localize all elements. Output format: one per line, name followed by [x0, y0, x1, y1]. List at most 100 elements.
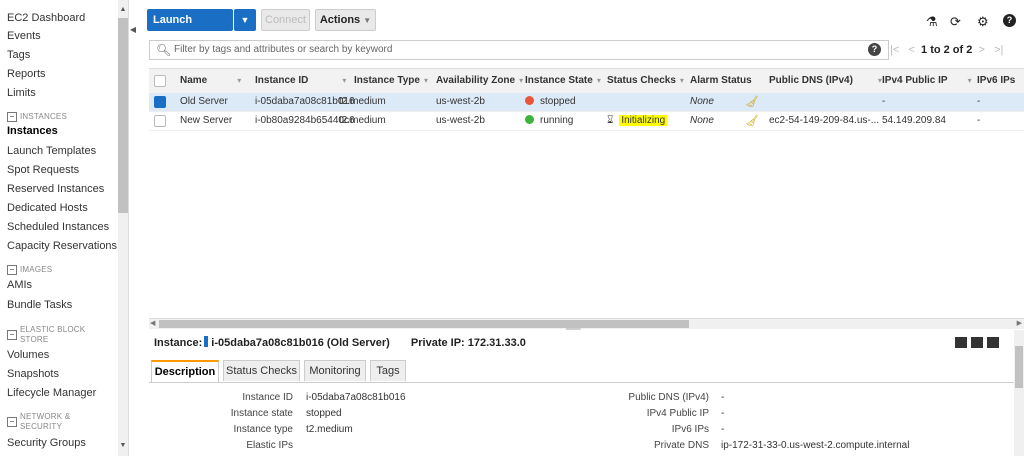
- sidebar-section-network[interactable]: −NETWORK & SECURITY: [7, 412, 70, 432]
- panel-max-icon[interactable]: [955, 337, 967, 348]
- sidebar-section-ebs[interactable]: −ELASTIC BLOCK STORE: [7, 325, 85, 345]
- column-title: Availability Zone: [436, 75, 516, 86]
- sidebar-section-images[interactable]: − IMAGES: [7, 265, 52, 275]
- field-label: Instance state: [230, 408, 293, 419]
- caret-down-icon: ▼: [240, 15, 250, 25]
- section-title-line1: ELASTIC BLOCK: [20, 325, 86, 334]
- sidebar-item-reserved-instances[interactable]: Reserved Instances: [7, 183, 104, 195]
- sidebar-item-bundle-tasks[interactable]: Bundle Tasks: [7, 299, 72, 311]
- field-label: IPv4 Public IP: [646, 408, 709, 419]
- row-checkbox[interactable]: [154, 96, 166, 108]
- field-label: Instance ID: [242, 392, 293, 403]
- sidebar-item-limits[interactable]: Limits: [7, 87, 36, 99]
- column-header-status-checks[interactable]: Status Checks ▾: [607, 75, 684, 86]
- field-value: -: [721, 424, 725, 435]
- status-dot-icon: [525, 115, 534, 124]
- table-row[interactable]: New Server i-0b80a9284b65440c6 t2.medium…: [149, 112, 1024, 131]
- field-value: -: [721, 392, 725, 403]
- filter-help-icon[interactable]: ?: [868, 43, 881, 56]
- field-label: IPv6 IPs: [671, 424, 709, 435]
- scroll-left-icon[interactable]: ◀: [150, 319, 155, 327]
- scroll-right-icon[interactable]: ▶: [1017, 319, 1022, 327]
- column-header-instance-id[interactable]: Instance ID ▾: [255, 75, 346, 86]
- prev-page-icon[interactable]: <: [908, 44, 914, 56]
- sidebar-section-instances[interactable]: − INSTANCES: [7, 112, 67, 122]
- cell-ipv4-public-ip: -: [882, 96, 886, 107]
- sidebar-item-spot-requests[interactable]: Spot Requests: [7, 164, 79, 176]
- tab-description[interactable]: Description: [151, 360, 219, 382]
- row-checkbox[interactable]: [154, 115, 166, 127]
- field-label: Elastic IPs: [246, 440, 293, 451]
- tab-monitoring[interactable]: Monitoring: [304, 360, 366, 381]
- sidebar-item-volumes[interactable]: Volumes: [7, 349, 49, 361]
- instance-label: Instance:: [154, 337, 203, 349]
- column-title: Public DNS (IPv4): [769, 75, 853, 86]
- sort-icon: ▾: [423, 76, 428, 85]
- cell-public-dns: ec2-54-149-209-84.us-...: [769, 115, 880, 126]
- sidebar-item-amis[interactable]: AMIs: [7, 279, 32, 291]
- sidebar-item-security-groups[interactable]: Security Groups: [7, 437, 86, 449]
- scroll-up-icon[interactable]: ▲: [118, 4, 128, 16]
- column-header-ipv6-ips[interactable]: IPv6 IPs: [977, 75, 1015, 86]
- table-row[interactable]: Old Server i-05daba7a08c81b016 t2.medium…: [149, 93, 1024, 112]
- panel-min-icon[interactable]: [987, 337, 999, 348]
- first-page-icon[interactable]: |<: [890, 44, 899, 56]
- column-header-instance-type[interactable]: Instance Type ▾: [354, 75, 428, 86]
- column-header-instance-state[interactable]: Instance State ▾: [525, 75, 601, 86]
- column-header-alarm-status[interactable]: Alarm Status: [690, 75, 752, 86]
- column-header-availability-zone[interactable]: Availability Zone ▾: [436, 75, 523, 86]
- sidebar-item-ec2-dashboard[interactable]: EC2 Dashboard: [7, 12, 85, 24]
- status-checks-text: Initializing: [619, 115, 668, 126]
- next-page-icon[interactable]: >: [978, 44, 984, 56]
- flask-icon[interactable]: ⚗: [926, 14, 938, 30]
- sidebar-item-instances[interactable]: Instances: [7, 125, 58, 137]
- sidebar-item-reports[interactable]: Reports: [7, 68, 46, 80]
- table-horizontal-scrollbar[interactable]: ◀ ▶: [149, 318, 1024, 329]
- sidebar-scroll-thumb[interactable]: [118, 18, 128, 213]
- last-page-icon[interactable]: >|: [994, 44, 1003, 56]
- collapse-sidebar-icon[interactable]: ◀: [128, 22, 138, 38]
- sidebar-item-launch-templates[interactable]: Launch Templates: [7, 145, 96, 157]
- launch-instance-button[interactable]: Launch Instance: [147, 9, 233, 48]
- sidebar-item-capacity-reservations[interactable]: Capacity Reservations: [7, 240, 117, 252]
- panel-resize-grip[interactable]: ═══: [566, 326, 581, 333]
- sidebar-item-scheduled-instances[interactable]: Scheduled Instances: [7, 221, 109, 233]
- connect-button[interactable]: Connect: [261, 9, 310, 31]
- column-title: Status Checks: [607, 75, 676, 86]
- tab-tags[interactable]: Tags: [370, 360, 406, 381]
- cell-instance-type: t2.medium: [339, 96, 386, 107]
- actions-button[interactable]: Actions ▼: [315, 9, 376, 31]
- scroll-down-icon[interactable]: ▼: [118, 440, 128, 452]
- cell-name: Old Server: [180, 96, 228, 107]
- search-input[interactable]: [172, 43, 776, 56]
- column-title: Instance State: [525, 75, 593, 86]
- column-header-name[interactable]: Name ▾: [180, 75, 241, 86]
- detail-scroll-thumb[interactable]: [1015, 346, 1023, 388]
- caret-down-icon: ▼: [363, 16, 372, 25]
- sidebar-item-tags[interactable]: Tags: [7, 49, 30, 61]
- table-scroll-thumb[interactable]: [159, 320, 689, 328]
- select-all-checkbox[interactable]: [154, 75, 166, 87]
- sort-icon: ▾: [967, 76, 972, 85]
- column-header-ipv4-public-ip[interactable]: IPv4 Public IP ▾: [882, 75, 972, 86]
- hourglass-icon: ⌛︎: [607, 115, 614, 126]
- cell-alarm-status: None: [690, 115, 714, 126]
- panel-mid-icon[interactable]: [971, 337, 983, 348]
- collapse-icon: −: [7, 265, 17, 275]
- sidebar-item-dedicated-hosts[interactable]: Dedicated Hosts: [7, 202, 88, 214]
- refresh-icon[interactable]: ⟳: [950, 14, 961, 30]
- tab-status-checks[interactable]: Status Checks: [223, 360, 300, 381]
- alarm-broom-icon[interactable]: 🧹︎: [745, 95, 759, 108]
- alarm-broom-icon[interactable]: 🧹︎: [745, 114, 759, 127]
- help-icon[interactable]: ?: [1003, 14, 1016, 27]
- launch-dropdown-button[interactable]: ▼: [234, 9, 256, 31]
- sidebar-item-lifecycle-manager[interactable]: Lifecycle Manager: [7, 387, 96, 399]
- sort-icon: ▾: [342, 76, 347, 85]
- detail-tabs: Description Status Checks Monitoring Tag…: [149, 360, 1014, 383]
- instance-color-flag: [204, 336, 209, 347]
- column-header-public-dns[interactable]: Public DNS (IPv4) ▾: [769, 75, 882, 86]
- sidebar-item-snapshots[interactable]: Snapshots: [7, 368, 59, 380]
- sidebar-item-events[interactable]: Events: [7, 30, 41, 42]
- state-text: stopped: [540, 96, 576, 107]
- gear-icon[interactable]: ⚙: [977, 14, 989, 30]
